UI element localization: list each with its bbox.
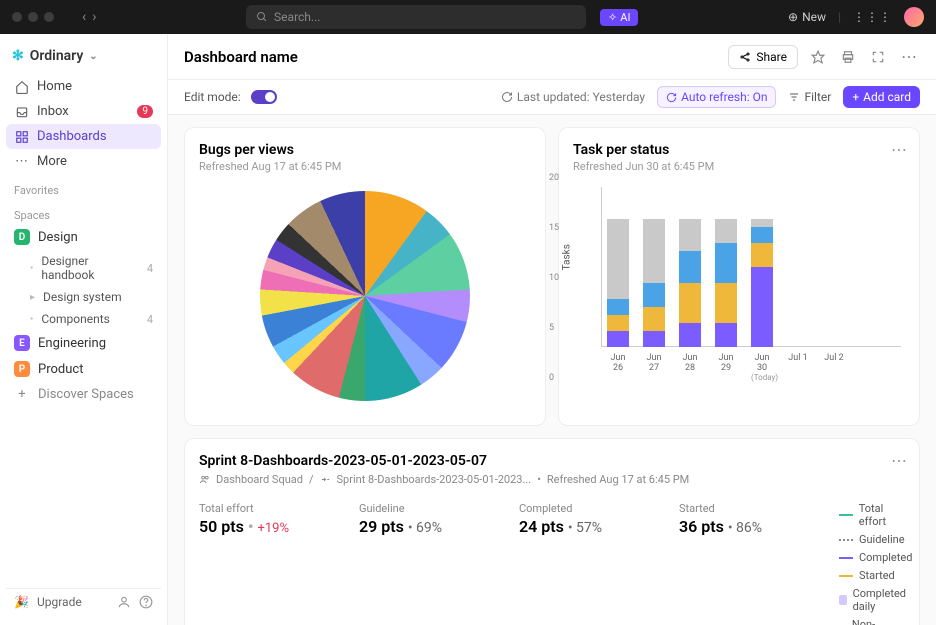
expand-icon[interactable] — [868, 47, 888, 67]
plus-icon: ⊕ — [788, 10, 798, 24]
help-icon[interactable] — [139, 595, 153, 609]
edit-mode-label: Edit mode: — [184, 90, 241, 104]
favorites-label: Favorites — [6, 174, 161, 199]
bar-column — [679, 187, 701, 347]
upgrade-icon: 🎉 — [14, 595, 29, 609]
filter-button[interactable]: Filter — [788, 90, 831, 104]
dashboard-icon — [14, 129, 29, 144]
sidebar-item-home[interactable]: Home — [6, 74, 161, 99]
y-axis-label: Tasks — [562, 244, 573, 270]
discover-spaces[interactable]: + Discover Spaces — [6, 382, 161, 407]
inbox-badge: 9 — [137, 105, 153, 118]
window-controls — [12, 12, 54, 22]
maximize-window[interactable] — [44, 12, 54, 22]
space-badge: E — [14, 335, 30, 351]
close-window[interactable] — [12, 12, 22, 22]
sparkle-icon: ✧ — [608, 11, 617, 24]
space-sub-item[interactable]: ▸Design system — [6, 286, 161, 308]
card-menu-icon[interactable]: ⋯ — [891, 140, 907, 159]
brand-logo-icon: ✻ — [12, 48, 24, 64]
main-content: Dashboard name Share ⋯ Edit mode: Last u… — [168, 34, 936, 625]
sidebar-item-inbox[interactable]: Inbox 9 — [6, 99, 161, 124]
spaces-label: Spaces — [6, 199, 161, 224]
card-bugs-per-views: Bugs per views Refreshed Aug 17 at 6:45 … — [184, 127, 546, 426]
upgrade-button[interactable]: Upgrade — [37, 595, 109, 609]
bar-column — [643, 187, 665, 347]
stat-started: Started 36 pts • 86% — [679, 502, 809, 625]
page-title: Dashboard name — [184, 48, 298, 66]
plus-icon: + — [14, 387, 30, 402]
new-button[interactable]: ⊕ New — [788, 10, 826, 24]
card-menu-icon[interactable]: ⋯ — [891, 451, 907, 470]
space-sub-item[interactable]: •Components4 — [6, 308, 161, 330]
card-title: Bugs per views — [199, 142, 531, 158]
share-icon — [739, 51, 751, 63]
card-sprint-burndown: ⋯ Sprint 8-Dashboards-2023-05-01-2023-05… — [184, 438, 920, 625]
history-nav: ‹ › — [82, 9, 96, 25]
card-subtitle: Refreshed Aug 17 at 6:45 PM — [199, 160, 531, 173]
plus-icon: + — [852, 90, 859, 104]
stat-completed: Completed 24 pts • 57% — [519, 502, 649, 625]
space-badge: P — [14, 361, 30, 377]
star-icon[interactable] — [808, 47, 828, 67]
bar-column — [607, 187, 629, 347]
card-task-per-status: ⋯ Task per status Refreshed Jun 30 at 6:… — [558, 127, 920, 426]
bar-column — [751, 187, 773, 347]
page-header: Dashboard name Share ⋯ — [168, 34, 936, 80]
sidebar-item-more[interactable]: ⋯ More — [6, 149, 161, 174]
search-input[interactable]: Search... — [246, 5, 586, 29]
more-icon[interactable]: ⋯ — [898, 44, 920, 69]
forward-button[interactable]: › — [92, 9, 96, 25]
space-item[interactable]: PProduct — [6, 356, 161, 382]
avatar[interactable] — [904, 7, 924, 27]
edit-mode-toggle[interactable] — [251, 90, 277, 104]
refresh-icon — [666, 92, 677, 103]
share-button[interactable]: Share — [728, 45, 798, 69]
chevron-down-icon: ⌄ — [89, 51, 97, 62]
workspace-switcher[interactable]: ✻ Ordinary ⌄ — [6, 44, 161, 74]
auto-refresh-button[interactable]: Auto refresh: On — [657, 86, 776, 108]
refresh-icon — [501, 91, 513, 103]
space-item[interactable]: EEngineering — [6, 330, 161, 356]
user-icon[interactable] — [117, 595, 131, 609]
bar-column — [823, 187, 845, 347]
add-card-button[interactable]: + Add card — [843, 86, 920, 108]
apps-grid-icon[interactable]: ⋮⋮⋮ — [853, 10, 892, 24]
card-title: Task per status — [573, 142, 905, 158]
back-button[interactable]: ‹ — [82, 9, 86, 25]
filter-icon — [788, 91, 800, 103]
more-icon: ⋯ — [14, 154, 29, 169]
minimize-window[interactable] — [28, 12, 38, 22]
sprint-icon — [320, 474, 331, 485]
doc-icon: ▸ — [30, 292, 35, 303]
ai-button[interactable]: ✧ AI — [600, 9, 638, 26]
topbar: ‹ › Search... ✧ AI ⊕ New | ⋮⋮⋮ — [0, 0, 936, 34]
card-title: Sprint 8-Dashboards-2023-05-01-2023-05-0… — [199, 453, 905, 469]
bar-column — [787, 187, 809, 347]
search-icon — [256, 11, 268, 23]
toolbar: Edit mode: Last updated: Yesterday Auto … — [168, 80, 936, 115]
card-subtitle: Refreshed Jun 30 at 6:45 PM — [573, 160, 905, 173]
space-item[interactable]: DDesign — [6, 224, 161, 250]
bar-column — [715, 187, 737, 347]
stat-guideline: Guideline 29 pts • 69% — [359, 502, 489, 625]
search-placeholder: Search... — [274, 10, 320, 24]
sidebar-item-dashboards[interactable]: Dashboards — [6, 124, 161, 149]
space-sub-item[interactable]: •Designer handbook4 — [6, 250, 161, 286]
home-icon — [14, 79, 29, 94]
team-icon — [199, 474, 210, 485]
print-icon[interactable] — [838, 47, 858, 67]
doc-icon: • — [30, 263, 33, 274]
stat-total-effort: Total effort 50 pts • +19% — [199, 502, 329, 625]
doc-icon: • — [30, 314, 33, 325]
space-badge: D — [14, 229, 30, 245]
inbox-icon — [14, 104, 29, 119]
pie-chart — [260, 191, 470, 401]
chart-legend: Total effort Guideline Completed Started… — [839, 502, 912, 625]
last-updated: Last updated: Yesterday — [501, 90, 645, 104]
sidebar: ✻ Ordinary ⌄ Home Inbox 9 Dashboards ⋯ M… — [0, 34, 168, 625]
breadcrumb: Dashboard Squad / Sprint 8-Dashboards-20… — [199, 473, 905, 486]
bar-chart: Tasks 20151050 Jun 26Jun 27Jun 28Jun 29J… — [573, 173, 905, 383]
